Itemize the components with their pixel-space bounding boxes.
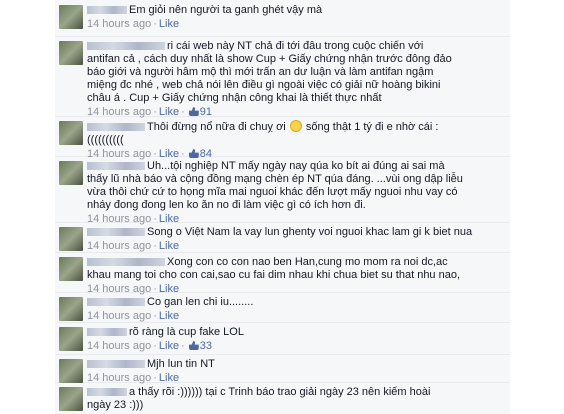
avatar[interactable] — [59, 121, 83, 145]
comment: Song o Việt Nam la vay lun ghenty voi ng… — [55, 222, 510, 253]
like-link[interactable]: Like — [159, 240, 179, 252]
comment-text: Em giỏi nên người ta ganh ghét vậy mà — [129, 4, 323, 16]
like-link[interactable]: Like — [159, 18, 179, 30]
comment-text: (((((((((( — [87, 134, 124, 146]
comment-timestamp[interactable]: 14 hours ago — [87, 310, 151, 322]
comment-text: Song o Việt Nam la vay lun ghenty voi ng… — [147, 226, 473, 238]
comment-text: rõ ràng là cup fake LOL — [129, 326, 244, 338]
thumbs-up-icon — [188, 107, 199, 116]
commenter-name[interactable] — [87, 328, 127, 337]
comment: ri cái web này NT chả đi tới đâu trong c… — [55, 36, 510, 118]
avatar[interactable] — [59, 41, 83, 65]
like-count[interactable]: 33 — [200, 340, 212, 352]
avatar[interactable] — [59, 327, 83, 351]
commenter-name[interactable] — [87, 228, 145, 237]
comment-text: ngày 23 :))) — [87, 399, 144, 411]
comment-text: nháy đong đong len ko ăn no đi làm việc … — [87, 199, 366, 211]
avatar[interactable] — [59, 227, 83, 251]
comment-timestamp[interactable]: 14 hours ago — [87, 340, 151, 352]
comment: Co gan len chi iu........ 14 hours ago · L… — [55, 292, 510, 323]
comment-text: miệng đc nhé , web chả nói lên điều gì n… — [87, 79, 441, 91]
comment-text: Mjh lun tin NT — [147, 358, 215, 370]
comment-text: vừa thôi chứ cứ to họng mĩa mai nguoi kh… — [87, 186, 458, 198]
like-link[interactable]: Like — [159, 340, 179, 352]
commenter-name[interactable] — [87, 123, 145, 132]
comment: a thấy rõi :)))))) tại c Trinh báo trao … — [55, 382, 510, 414]
avatar[interactable] — [59, 387, 83, 411]
comment-text: báo giới và người hâm mộ thì mới trấn an… — [87, 66, 434, 78]
comment-text: sống thật 1 tý đi e nhờ cái : — [305, 121, 439, 133]
avatar[interactable] — [59, 257, 83, 281]
commenter-name[interactable] — [87, 360, 145, 369]
avatar[interactable] — [59, 161, 83, 185]
commenter-name[interactable] — [87, 42, 165, 51]
avatar[interactable] — [59, 5, 83, 29]
commenter-name[interactable] — [87, 258, 165, 267]
comment-text: ri cái web này NT chả đi tới đâu trong c… — [167, 40, 424, 52]
commenter-name[interactable] — [87, 6, 127, 15]
comment-timestamp[interactable]: 14 hours ago — [87, 240, 151, 252]
comment-text: a thấy rõi :)))))) tại c Trinh báo trao … — [129, 386, 431, 398]
comment: Uh...tội nghiệp NT mấy ngày nay qúa ko b… — [55, 156, 510, 225]
comment-text: Uh...tội nghiệp NT mấy ngày nay qúa ko b… — [147, 160, 445, 172]
comment-feed: Em giỏi nên người ta ganh ghét vậy mà 14… — [55, 0, 510, 414]
comment-text: châu á . Cup + Giấy chứng nhận công khai… — [87, 92, 382, 104]
avatar[interactable] — [59, 359, 83, 383]
comment: Thôi đừng nổ nữa đi chuỵ ơi sống thật 1 … — [55, 116, 510, 160]
smiley-emoji-icon — [289, 120, 302, 132]
comment: Mjh lun tin NT 14 hours ago · Like — [55, 354, 510, 384]
comment-text: thấy lũ nhà báo và cộng đồng mạng chèn é… — [87, 173, 463, 185]
comment-text: Co gan len chi iu........ — [147, 296, 254, 308]
commenter-name[interactable] — [87, 162, 145, 171]
thumbs-up-icon — [188, 341, 199, 350]
commenter-name[interactable] — [87, 298, 145, 307]
commenter-name[interactable] — [87, 388, 127, 397]
comment: Em giỏi nên người ta ganh ghét vậy mà 14… — [55, 0, 510, 37]
comment: rõ ràng là cup fake LOL 14 hours ago · Lik… — [55, 322, 510, 355]
comment-text: Xong con co con nao ben Han,cung mo mom … — [167, 256, 448, 268]
comment: Xong con co con nao ben Han,cung mo mom … — [55, 252, 510, 295]
comment-text: Thôi đừng nổ nữa đi chuỵ ơi — [147, 121, 286, 133]
like-link[interactable]: Like — [159, 310, 179, 322]
avatar[interactable] — [59, 297, 83, 321]
comment-text: khau mang toi cho con cai,sao cu fai dim… — [87, 269, 461, 281]
comment-timestamp[interactable]: 14 hours ago — [87, 18, 151, 30]
comment-text: antifan cả , cách duy nhất là show Cup +… — [87, 53, 452, 65]
